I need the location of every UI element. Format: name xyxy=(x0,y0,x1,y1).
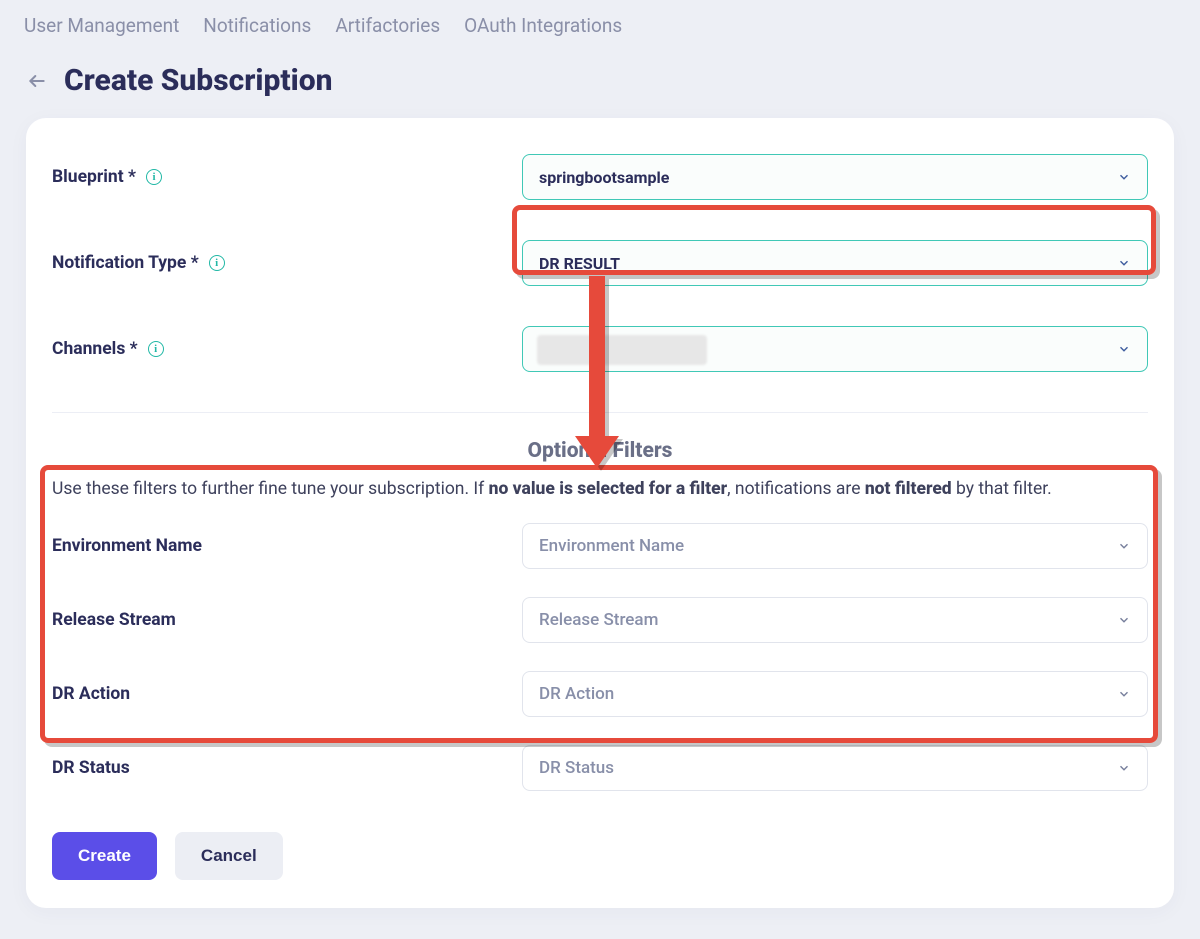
row-blueprint: Blueprint * i springbootsample xyxy=(52,154,1148,200)
select-environment-name[interactable]: Environment Name xyxy=(522,523,1148,569)
select-notification-type[interactable]: DR RESULT xyxy=(522,240,1148,286)
form-card: Blueprint * i springbootsample Notificat… xyxy=(26,118,1174,908)
select-dr-status[interactable]: DR Status xyxy=(522,745,1148,791)
label-environment-name: Environment Name xyxy=(52,536,522,556)
back-button[interactable] xyxy=(24,68,50,94)
select-blueprint[interactable]: springbootsample xyxy=(522,154,1148,200)
row-dr-action: DR Action DR Action xyxy=(52,671,1148,717)
cancel-button[interactable]: Cancel xyxy=(175,832,283,880)
select-channels[interactable] xyxy=(522,326,1148,372)
row-channels: Channels * i xyxy=(52,326,1148,372)
nav-item-user-management[interactable]: User Management xyxy=(24,14,179,37)
nav-item-oauth-integrations[interactable]: OAuth Integrations xyxy=(464,14,622,37)
select-notification-type-value: DR RESULT xyxy=(539,254,620,273)
button-row: Create Cancel xyxy=(52,832,283,880)
create-button[interactable]: Create xyxy=(52,832,157,880)
select-dr-action[interactable]: DR Action xyxy=(522,671,1148,717)
label-channels: Channels * i xyxy=(52,339,522,359)
divider xyxy=(52,412,1148,413)
page-header: Create Subscription xyxy=(0,63,1200,118)
optional-filters-help: Use these filters to further fine tune y… xyxy=(52,479,1148,499)
chevron-down-icon xyxy=(1117,687,1131,701)
nav-item-notifications[interactable]: Notifications xyxy=(203,14,311,37)
info-icon[interactable]: i xyxy=(146,169,162,185)
chevron-down-icon xyxy=(1117,613,1131,627)
arrow-left-icon xyxy=(27,71,47,91)
chevron-down-icon xyxy=(1117,256,1131,270)
optional-filters-title: Optional Filters xyxy=(52,439,1148,463)
row-dr-status: DR Status DR Status xyxy=(52,745,1148,791)
select-release-stream-placeholder: Release Stream xyxy=(539,610,658,630)
select-release-stream[interactable]: Release Stream xyxy=(522,597,1148,643)
select-environment-name-placeholder: Environment Name xyxy=(539,536,684,556)
label-dr-status: DR Status xyxy=(52,758,522,778)
select-dr-action-placeholder: DR Action xyxy=(539,684,614,704)
info-icon[interactable]: i xyxy=(209,255,225,271)
info-icon[interactable]: i xyxy=(148,341,164,357)
row-release-stream: Release Stream Release Stream xyxy=(52,597,1148,643)
chevron-down-icon xyxy=(1117,342,1131,356)
label-dr-action: DR Action xyxy=(52,684,522,704)
label-blueprint: Blueprint * i xyxy=(52,167,522,187)
row-environment-name: Environment Name Environment Name xyxy=(52,523,1148,569)
label-notification-type: Notification Type * i xyxy=(52,253,522,273)
chevron-down-icon xyxy=(1117,170,1131,184)
channels-redacted-value xyxy=(537,335,707,365)
row-notification-type: Notification Type * i DR RESULT xyxy=(52,240,1148,286)
chevron-down-icon xyxy=(1117,539,1131,553)
select-dr-status-placeholder: DR Status xyxy=(539,758,614,778)
top-nav: User Management Notifications Artifactor… xyxy=(0,0,1200,63)
select-blueprint-value: springbootsample xyxy=(539,168,669,187)
chevron-down-icon xyxy=(1117,761,1131,775)
nav-item-artifactories[interactable]: Artifactories xyxy=(335,14,440,37)
label-release-stream: Release Stream xyxy=(52,610,522,630)
page-title: Create Subscription xyxy=(64,63,333,98)
